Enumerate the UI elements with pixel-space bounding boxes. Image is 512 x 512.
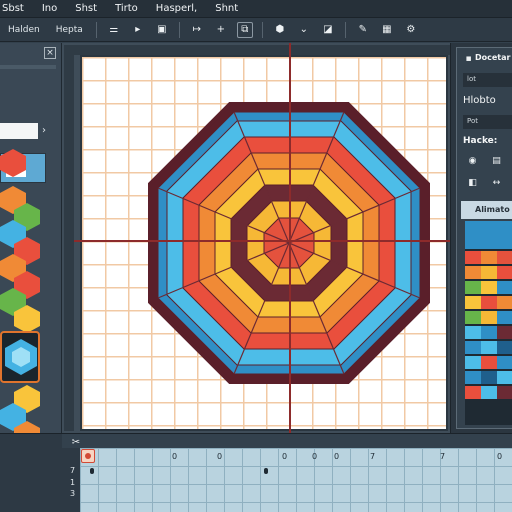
search-input[interactable]	[0, 123, 38, 139]
frame-label: 0	[497, 452, 503, 461]
menu-item[interactable]: Sbst	[0, 3, 33, 14]
palette-swatch[interactable]	[497, 296, 512, 309]
panel-icon[interactable]: ▪	[463, 53, 474, 64]
eye-icon[interactable]: ◉	[467, 155, 478, 166]
frame-label: 0	[217, 452, 223, 461]
palette-swatch[interactable]	[481, 371, 497, 384]
frame-label: 7	[370, 452, 376, 461]
guide-line-vertical[interactable]	[289, 43, 291, 433]
track-label: 3	[70, 489, 76, 498]
palette-swatch[interactable]	[465, 341, 481, 354]
color-palette	[465, 221, 512, 425]
ruler-vertical	[64, 55, 74, 431]
frame-label: 0	[312, 452, 318, 461]
properties-panel: ▪ Docetar lot Hlobto Pot Hacke: ◉ ▤ ◧ ↔ …	[450, 43, 512, 433]
keyframe-dot[interactable]	[264, 468, 268, 474]
keyframe-dot[interactable]	[90, 468, 94, 474]
frame-label: 7	[440, 452, 446, 461]
guide-line-horizontal[interactable]	[74, 240, 450, 242]
add-icon[interactable]: +	[213, 22, 229, 38]
lock-icon[interactable]: ▤	[491, 155, 502, 166]
hexagon-icon[interactable]: ⬢	[272, 22, 288, 38]
menu-item[interactable]: Ino	[33, 3, 66, 14]
toolbar-divider	[261, 21, 263, 38]
palette-swatch[interactable]	[465, 326, 481, 339]
palette-swatch[interactable]	[481, 386, 497, 399]
arrow-icon[interactable]: ↦	[189, 22, 205, 38]
chevron-down-icon[interactable]: ⌄	[296, 22, 312, 38]
panel-title: Docetar	[475, 53, 511, 62]
property-field[interactable]: Pot	[463, 115, 512, 129]
track-label: 1	[70, 478, 76, 487]
palette-swatch[interactable]	[481, 266, 497, 279]
palette-swatch[interactable]	[497, 311, 512, 324]
palette-swatch[interactable]	[465, 311, 481, 324]
toolbar-label: Halden	[8, 24, 40, 35]
palette-swatch[interactable]	[465, 356, 481, 369]
palette-swatch[interactable]	[465, 251, 481, 264]
palette-swatch[interactable]	[465, 266, 481, 279]
palette-swatch[interactable]	[497, 356, 512, 369]
ruler-horizontal	[64, 45, 450, 55]
palette-swatch[interactable]	[481, 311, 497, 324]
grid-icon[interactable]: ▦	[379, 22, 395, 38]
property-field[interactable]: lot	[463, 73, 512, 87]
playhead-marker[interactable]	[81, 449, 95, 463]
palette-swatch[interactable]	[481, 281, 497, 294]
timeline-header	[62, 434, 512, 448]
layers-icon[interactable]: ▣	[154, 22, 170, 38]
menu-item[interactable]: Hasperl,	[147, 3, 206, 14]
shape-icon[interactable]: ◪	[320, 22, 336, 38]
menu-bar: Sbst Ino Shst Tirto Hasperl, Shnt	[0, 0, 512, 18]
palette-swatch[interactable]	[481, 296, 497, 309]
palette-swatch[interactable]	[465, 281, 481, 294]
property-label: Hacke:	[463, 136, 498, 146]
menu-item[interactable]: Shst	[66, 3, 106, 14]
menu-item[interactable]: Shnt	[206, 3, 247, 14]
palette-swatch[interactable]	[465, 296, 481, 309]
palette-swatch[interactable]	[497, 266, 512, 279]
palette-swatch[interactable]	[465, 386, 481, 399]
palette-swatch[interactable]	[497, 341, 512, 354]
sliders-icon[interactable]: ⚌	[106, 22, 122, 38]
edit-icon[interactable]: ✎	[355, 22, 371, 38]
palette-swatch[interactable]	[481, 356, 497, 369]
copy-icon[interactable]: ⧉	[236, 21, 253, 38]
palette-swatch[interactable]	[497, 371, 512, 384]
palette-swatch[interactable]	[481, 326, 497, 339]
toolbar: Halden Hepta ⚌ ▸ ▣ ↦ + ⧉ ⬢ ⌄ ◪ ✎ ▦ ⚙	[0, 18, 512, 42]
toolbar-divider	[344, 21, 346, 38]
track-label: 7	[70, 466, 76, 475]
palette-swatch[interactable]	[465, 371, 481, 384]
tab-animation[interactable]: Alimato	[461, 201, 512, 219]
palette-swatch[interactable]	[465, 221, 512, 249]
property-label: Hlobto	[463, 95, 496, 106]
palette-swatch[interactable]	[481, 251, 497, 264]
canvas-area	[62, 43, 450, 433]
panel-strip	[0, 65, 56, 69]
frame-label: 0	[282, 452, 288, 461]
arrow-icon[interactable]: ↔	[491, 177, 502, 188]
frame-label: 0	[172, 452, 178, 461]
selected-shape-swatch[interactable]	[0, 331, 40, 383]
timeline-frames[interactable]	[80, 448, 512, 512]
settings-icon[interactable]: ⚙	[403, 22, 419, 38]
palette-swatch[interactable]	[497, 281, 512, 294]
layers-icon[interactable]: ◧	[467, 177, 478, 188]
close-icon[interactable]: ×	[44, 47, 56, 59]
toolbar-label-secondary: Hepta	[55, 24, 83, 35]
play-icon[interactable]: ▸	[130, 22, 146, 38]
palette-swatch[interactable]	[497, 386, 512, 399]
palette-swatch[interactable]	[497, 251, 512, 264]
toolbar-divider	[95, 21, 97, 38]
timeline-panel: ✂ 7 1 3 0 0 0 0 0 7 7 0	[0, 433, 512, 512]
toolbar-divider	[178, 21, 180, 38]
frame-label: 0	[334, 452, 340, 461]
menu-item[interactable]: Tirto	[106, 3, 147, 14]
palette-swatch[interactable]	[481, 341, 497, 354]
chevron-right-icon[interactable]: ›	[42, 125, 46, 136]
palette-swatch[interactable]	[497, 326, 512, 339]
